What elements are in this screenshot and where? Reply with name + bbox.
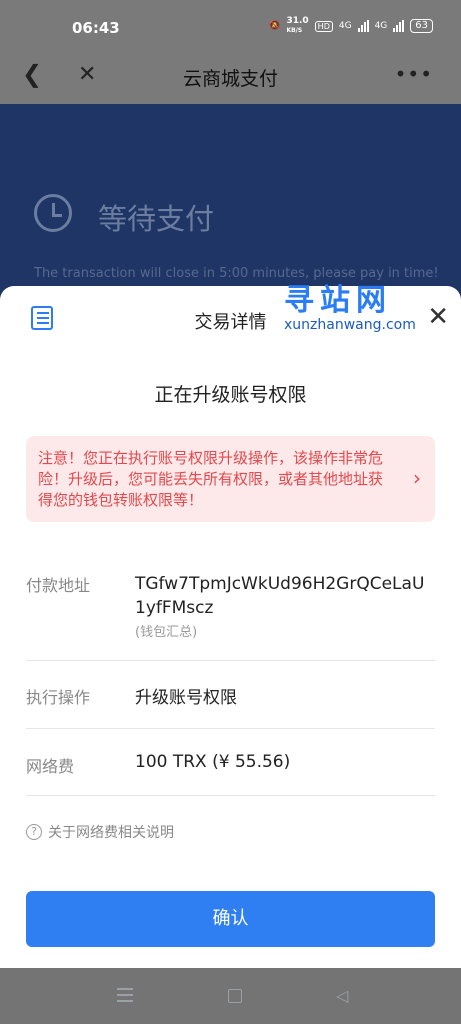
status-icons: 🔕 31.0 KB/S HD 4G 4G 63 xyxy=(269,17,433,35)
clock-icon xyxy=(34,194,72,232)
warning-text: 注意！您正在执行账号权限升级操作，该操作非常危险！升级后，您可能丢失所有权限，或… xyxy=(38,449,384,509)
address-note: (钱包汇总) xyxy=(135,625,198,640)
payment-status-title: 等待支付 xyxy=(98,202,215,236)
signal-icon-1 xyxy=(357,20,369,32)
confirm-button[interactable]: 确认 xyxy=(26,891,435,947)
network-type-2: 4G xyxy=(374,21,388,31)
home-icon[interactable] xyxy=(228,989,242,1003)
hd-badge: HD xyxy=(314,20,333,32)
app-title: 云商城支付 xyxy=(182,68,278,90)
fee-help-link[interactable]: ? 关于网络费相关说明 xyxy=(26,822,174,842)
fee-help-text: 关于网络费相关说明 xyxy=(48,825,174,841)
watermark-text-en: xunzhanwang.com xyxy=(284,317,416,333)
system-nav-bar: ◁ xyxy=(0,968,461,1024)
fee-value: 100 TRX (¥ 55.56) xyxy=(135,752,291,772)
status-bar: 06:43 🔕 31.0 KB/S HD 4G 4G 63 xyxy=(0,0,461,46)
watermark-logo: 寻站网 xunzhanwang.com xyxy=(284,275,434,333)
status-time: 06:43 xyxy=(72,19,120,37)
more-options-icon[interactable]: ••• xyxy=(395,62,433,86)
address-label: 付款地址 xyxy=(26,576,91,595)
network-speed-value: 31.0 xyxy=(286,16,309,26)
divider xyxy=(26,728,435,729)
payment-status-panel: 等待支付 The transaction will close in 5:00 … xyxy=(0,104,461,304)
action-label: 执行操作 xyxy=(26,688,91,707)
question-mark-icon: ? xyxy=(26,824,42,840)
fee-label: 网络费 xyxy=(26,757,75,776)
battery-indicator: 63 xyxy=(410,19,433,33)
address-value: TGfw7TpmJcWkUd96H2GrQCeLaU1yfFMscz xyxy=(135,574,425,618)
action-value: 升级账号权限 xyxy=(135,688,237,708)
divider xyxy=(26,660,435,661)
mute-alarm-icon: 🔕 xyxy=(269,21,281,31)
watermark-text-cn: 寻站网 xyxy=(284,283,392,318)
warning-banner[interactable]: 注意！您正在执行账号权限升级操作，该操作非常危险！升级后，您可能丢失所有权限，或… xyxy=(26,436,435,522)
signal-icon-2 xyxy=(393,20,405,32)
network-speed-unit: KB/S xyxy=(286,27,303,34)
network-type-1: 4G xyxy=(338,21,352,31)
network-speed: 31.0 KB/S xyxy=(286,17,308,35)
back-triangle-icon[interactable]: ◁ xyxy=(336,986,348,1005)
operation-title: 正在升级账号权限 xyxy=(154,384,307,406)
chevron-right-icon: › xyxy=(413,466,421,490)
app-header: ❮ ✕ 云商城支付 ••• xyxy=(0,46,461,104)
divider xyxy=(26,795,435,796)
transaction-detail-sheet: 交易详情 ✕ 正在升级账号权限 注意！您正在执行账号权限升级操作，该操作非常危险… xyxy=(0,286,461,968)
recent-apps-icon[interactable] xyxy=(117,988,133,1002)
